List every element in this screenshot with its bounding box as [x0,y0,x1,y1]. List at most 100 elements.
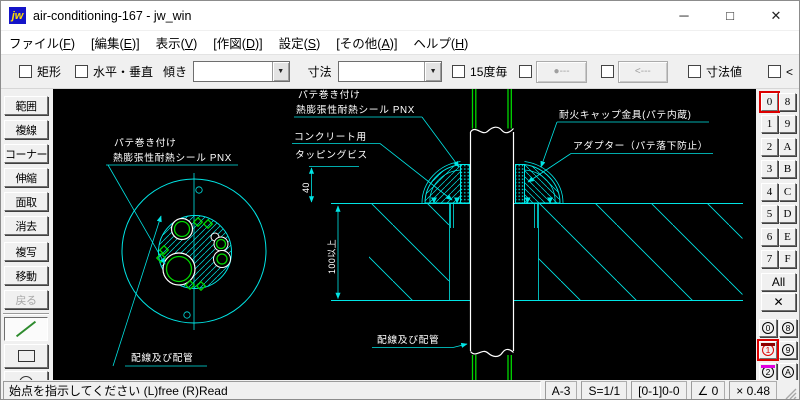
slope-combobox[interactable]: ▼ [193,61,290,82]
left-tool-column: 範囲 複線 コーナー 伸縮 面取 消去 複写 移動 戻る [1,89,53,380]
erase-button[interactable]: 消去 [4,216,48,235]
circle-tool-button[interactable] [4,371,48,380]
layer-panel: 0 8 1 9 2 A 3 B 4 C 5 D 6 E 7 F All ✕ 0 … [756,89,799,380]
layer-group-button-A[interactable]: A [779,363,797,380]
dim-value-label: 寸法値 [705,65,742,79]
extend-button[interactable]: 伸縮 [4,168,48,187]
rect-mode-checkbox[interactable] [19,65,32,78]
tool-options-bar: 矩形 水平・垂直 傾き ▼ 寸法 ▼ 15度毎 ●--- <--- 寸法値 < [1,55,799,89]
layer-button-2[interactable]: 2 [761,138,778,156]
menu-view[interactable]: 表示(V) [148,31,206,54]
dimension-combobox[interactable]: ▼ [337,61,443,82]
layers-clear-button[interactable]: ✕ [761,293,796,311]
section-putty-label-1: パテ巻き付け [298,89,360,101]
layer-button-A[interactable]: A [779,138,796,156]
plan-putty-label-1: パテ巻き付け [114,137,176,149]
window-controls: ─ □ ✕ [661,1,799,30]
menu-draw[interactable]: [作図(D)] [205,31,270,54]
layer-group-button-8[interactable]: 8 [779,319,797,337]
copy-button[interactable]: 複写 [4,242,48,261]
line-icon [15,320,37,338]
undo-button: 戻る [4,290,48,309]
section-adapter-label: アダプター（パテ落下防止） [573,139,708,152]
menu-edit[interactable]: [編集(E)] [83,31,148,54]
hv-lock-checkbox[interactable] [75,65,89,78]
rect-tool-button[interactable] [4,344,48,368]
dim-40-text: 40 [301,182,311,193]
application-window: jw air-conditioning-167 - jw_win ─ □ ✕ フ… [0,0,800,400]
layer-group-button-0[interactable]: 0 [759,319,777,337]
every-15deg-checkbox[interactable] [452,65,466,78]
section-concrete-label-2: タッピングビス [295,148,368,161]
dot-line-button[interactable]: ●--- [536,60,587,83]
layer-state-button[interactable]: [0-1]0-0 [631,381,687,399]
rect-mode-label: 矩形 [37,65,62,79]
slope-label: 傾き [163,65,188,79]
scale-button[interactable]: S=1/1 [581,381,628,399]
zoom-button[interactable]: × 0.48 [729,381,777,399]
angle-button[interactable]: ∠ 0 [690,381,726,399]
line-tool-button[interactable] [4,317,48,341]
layer-button-C[interactable]: C [779,183,796,201]
status-message: 始点を指示してください (L)free (R)Read [3,381,541,399]
dim-value-checkbox[interactable] [687,65,701,78]
lt-label: < [785,64,793,79]
rectangle-icon [17,350,35,362]
layer-button-3[interactable]: 3 [761,160,778,178]
layer-button-4[interactable]: 4 [761,183,778,201]
menu-help[interactable]: ヘルプ(H) [405,31,476,54]
layer-group-button-9[interactable]: 9 [779,341,797,359]
arrow-option-checkbox[interactable] [600,65,614,78]
paper-size-button[interactable]: A-3 [544,381,578,399]
dim-100-text: 100以上 [327,239,337,274]
status-bar: 始点を指示してください (L)free (R)Read A-3 S=1/1 [0… [1,380,799,399]
title-bar: jw air-conditioning-167 - jw_win ─ □ ✕ [1,1,799,31]
move-button[interactable]: 移動 [4,266,48,285]
arrow-line-button[interactable]: <--- [617,60,668,83]
range-select-button[interactable]: 範囲 [4,96,48,115]
layer-button-5[interactable]: 5 [761,205,778,223]
edit-group-indicator [761,365,775,368]
cad-drawing: パテ巻き付け 熱膨張性耐熱シール PNX 配線及び配管 40 100以上 パテ巻… [106,89,743,380]
plan-view: パテ巻き付け 熱膨張性耐熱シール PNX 配線及び配管 [106,137,267,367]
layer-button-9[interactable]: 9 [779,115,796,133]
layer-button-1[interactable]: 1 [761,115,778,133]
section-cap-label: 耐火キャップ金具(パテ内蔵) [559,108,692,121]
section-pipes-label: 配線及び配管 [377,333,439,346]
section-putty-label-2: 熱膨張性耐熱シール PNX [296,103,415,116]
dot-option-checkbox[interactable] [519,65,533,78]
lt-checkbox[interactable] [767,65,781,78]
maximize-button[interactable]: □ [707,1,753,30]
menu-others[interactable]: [その他(A)] [328,31,405,54]
layer-button-D[interactable]: D [779,205,796,223]
chevron-down-icon[interactable]: ▼ [271,62,289,81]
layer-button-6[interactable]: 6 [761,228,778,246]
layer-button-F[interactable]: F [779,250,796,268]
menu-file[interactable]: ファイル(F) [1,31,83,54]
layer-group-button-2[interactable]: 2 [759,363,777,380]
chevron-down-icon[interactable]: ▼ [424,62,442,81]
corner-button[interactable]: コーナー [4,144,48,163]
menu-bar: ファイル(F) [編集(E)] 表示(V) [作図(D)] 設定(S) [その他… [1,31,799,55]
close-button[interactable]: ✕ [753,1,799,30]
chamfer-button[interactable]: 面取 [4,192,48,211]
layer-button-E[interactable]: E [779,228,796,246]
layer-button-0[interactable]: 0 [761,93,778,111]
layer-button-B[interactable]: B [779,160,796,178]
drawing-canvas[interactable]: パテ巻き付け 熱膨張性耐熱シール PNX 配線及び配管 40 100以上 パテ巻… [53,89,758,380]
layers-all-button[interactable]: All [761,273,796,291]
offset-button[interactable]: 複線 [4,120,48,139]
section-view: 40 100以上 パテ巻き付け 熱膨張性耐熱シール PNX コンクリート用 タッ… [292,89,743,380]
resize-grip[interactable] [777,381,797,399]
layer-button-7[interactable]: 7 [761,250,778,268]
write-group-indicator [761,343,775,346]
layer-group-button-1[interactable]: 1 [759,341,777,359]
layer-button-8[interactable]: 8 [779,93,796,111]
app-icon: jw [9,7,26,24]
section-concrete-label-1: コンクリート用 [294,131,367,143]
plan-putty-label-2: 熱膨張性耐熱シール PNX [113,151,232,164]
menu-settings[interactable]: 設定(S) [271,31,329,54]
window-title: air-conditioning-167 - jw_win [33,8,192,23]
minimize-button[interactable]: ─ [661,1,707,30]
dimension-label: 寸法 [307,65,332,79]
